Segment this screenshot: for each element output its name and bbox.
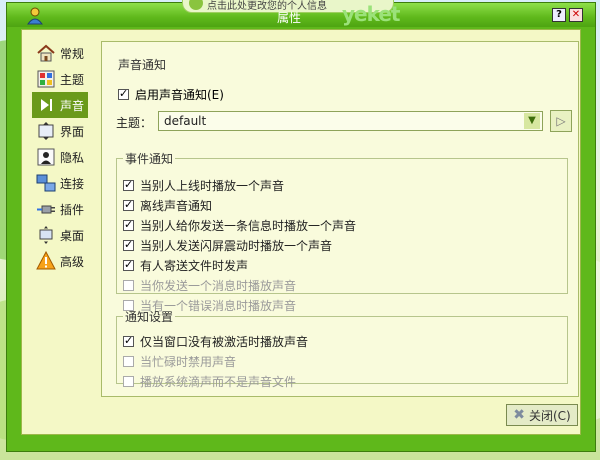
dialog-body: 常规 主题 声音 界面 隐私 连接 插件 桌面 高级 声音通知 ✓ 启用声音通知… — [21, 29, 581, 435]
option-disable-when-busy[interactable]: 当忙碌时禁用声音 — [123, 353, 236, 370]
option-label: 当你发送一个消息时播放声音 — [140, 279, 297, 293]
option-label: 有人寄送文件时发声 — [140, 259, 249, 273]
checkbox-box[interactable] — [123, 238, 134, 251]
option-system-beep[interactable]: 播放系统滴声而不是声音文件 — [123, 373, 296, 390]
top-notice-text: 点击此处更改您的个人信息 — [207, 1, 327, 12]
checkbox-box[interactable] — [123, 258, 134, 271]
option-label: 离线声音通知 — [140, 199, 213, 213]
option-message-sent[interactable]: 当你发送一个消息时播放声音 — [123, 277, 296, 294]
buddy-icon — [27, 7, 43, 25]
option-label: 当别人上线时播放一个声音 — [140, 179, 285, 193]
sidebar-item-label: 高级 — [60, 254, 85, 269]
option-contact-offline[interactable]: 离线声音通知 — [123, 197, 212, 214]
option-label: 当别人发送闪屏震动时播放一个声音 — [140, 239, 333, 253]
warning-icon — [36, 251, 56, 270]
notification-settings-group: 通知设置 仅当窗口没有被激活时播放声音 当忙碌时禁用声音 播放系统滴声而不是声音… — [116, 308, 568, 389]
option-contact-online[interactable]: 当别人上线时播放一个声音 — [123, 177, 284, 194]
sidebar-item-label: 声音 — [60, 98, 85, 113]
theme-select[interactable]: default ▼ — [158, 111, 543, 131]
close-dialog-button[interactable]: ✖ 关闭(C) — [506, 404, 578, 426]
speaker-icon — [41, 99, 52, 111]
title-bar[interactable]: 点击此处更改您的个人信息 属性 yeket ? ✕ — [7, 0, 595, 27]
network-icon — [36, 174, 56, 192]
theme-label: 主题： — [116, 116, 153, 130]
person-icon — [37, 148, 55, 166]
sidebar-item-label: 常规 — [60, 46, 85, 61]
play-sound-button[interactable]: ▷ — [550, 110, 572, 132]
plug-icon — [37, 205, 55, 214]
checkbox-box[interactable] — [123, 178, 134, 191]
window-bottom-bar — [7, 439, 595, 451]
option-file-transfer[interactable]: 有人寄送文件时发声 — [123, 257, 248, 274]
play-icon: ▷ — [556, 114, 566, 128]
window-icon — [38, 122, 54, 140]
house-icon — [37, 44, 55, 62]
sidebar-item-label: 隐私 — [60, 150, 85, 165]
option-label: 当忙碌时禁用声音 — [140, 355, 237, 369]
group-legend: 事件通知 — [125, 152, 174, 166]
properties-window: 点击此处更改您的个人信息 属性 yeket ? ✕ 常规 主题 声音 界面 隐私… — [6, 0, 596, 452]
window-title: 属性 — [277, 11, 302, 25]
sidebar-item-general[interactable]: 常规 — [32, 40, 88, 66]
sidebar-item-plugins[interactable]: 插件 — [32, 196, 88, 222]
checkbox-box[interactable] — [118, 87, 129, 100]
sidebar: 常规 主题 声音 界面 隐私 连接 插件 桌面 高级 — [32, 40, 88, 274]
sidebar-item-label: 插件 — [60, 202, 85, 217]
sound-settings-panel: 声音通知 启用声音通知(E) 主题： default ▼ ▷ 事件通知 当别人上… — [101, 41, 579, 397]
help-button[interactable]: ? — [552, 8, 566, 22]
checkbox-box[interactable] — [123, 198, 134, 211]
brand-logo: yeket — [342, 2, 400, 26]
sidebar-item-theme[interactable]: 主题 — [32, 66, 88, 92]
sidebar-item-connection[interactable]: 连接 — [32, 170, 88, 196]
checkbox-label: 启用声音通知(E) — [135, 88, 224, 102]
option-nudge-received[interactable]: 当别人发送闪屏震动时播放一个声音 — [123, 237, 332, 254]
sidebar-item-label: 连接 — [60, 176, 85, 191]
checkbox-box[interactable] — [123, 218, 134, 231]
sidebar-item-sound[interactable]: 声音 — [32, 92, 88, 118]
chevron-down-icon[interactable]: ▼ — [524, 113, 540, 129]
status-dot-icon — [189, 0, 203, 10]
sidebar-item-label: 界面 — [60, 124, 85, 139]
close-window-button[interactable]: ✕ — [569, 8, 583, 22]
option-only-inactive[interactable]: 仅当窗口没有被激活时播放声音 — [123, 333, 308, 350]
sidebar-item-label: 主题 — [60, 72, 85, 87]
sidebar-item-desktop[interactable]: 桌面 — [32, 222, 88, 248]
section-title: 声音通知 — [118, 58, 167, 72]
palette-icon — [37, 70, 55, 88]
desktop-icon — [39, 226, 53, 244]
option-label: 仅当窗口没有被激活时播放声音 — [140, 335, 309, 349]
option-label: 当别人给你发送一条信息时播放一个声音 — [140, 219, 357, 233]
sidebar-item-label: 桌面 — [60, 228, 85, 243]
event-notification-group: 事件通知 当别人上线时播放一个声音 离线声音通知 当别人给你发送一条信息时播放一… — [116, 150, 568, 313]
enable-sound-checkbox[interactable]: 启用声音通知(E) — [118, 86, 224, 103]
checkbox-box[interactable] — [123, 334, 134, 347]
checkbox-box[interactable] — [123, 280, 134, 291]
sidebar-item-advanced[interactable]: 高级 — [32, 248, 88, 274]
group-legend: 通知设置 — [125, 310, 174, 324]
close-button-label: 关闭(C) — [528, 408, 571, 423]
checkbox-box[interactable] — [123, 356, 134, 367]
close-icon: ✖ — [513, 407, 525, 423]
option-message-received[interactable]: 当别人给你发送一条信息时播放一个声音 — [123, 217, 356, 234]
sidebar-item-interface[interactable]: 界面 — [32, 118, 88, 144]
theme-select-value: default — [164, 114, 207, 128]
sidebar-item-privacy[interactable]: 隐私 — [32, 144, 88, 170]
option-label: 播放系统滴声而不是声音文件 — [140, 375, 297, 389]
checkbox-box[interactable] — [123, 376, 134, 387]
